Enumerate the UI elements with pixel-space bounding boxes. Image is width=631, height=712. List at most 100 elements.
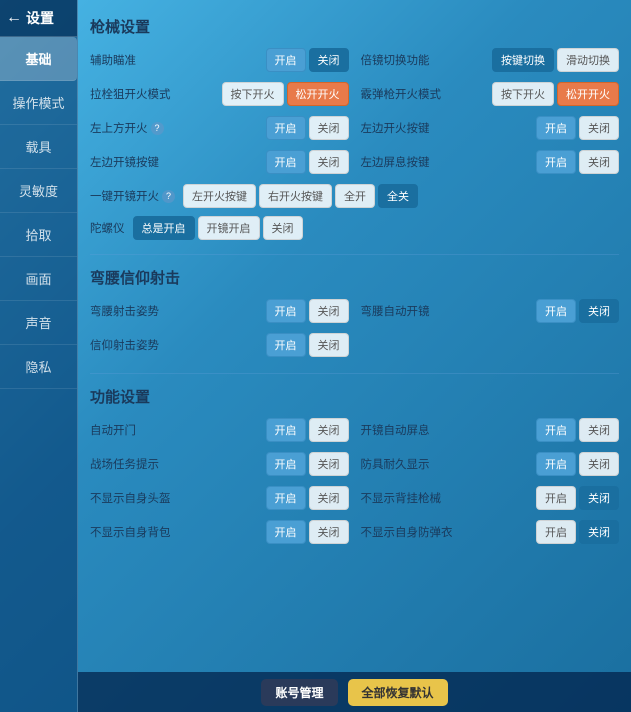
hide-backpack-label: 不显示自身背包 [90,524,171,540]
mission-tips-off-btn[interactable]: 关闭 [309,452,349,476]
hide-backpack-buttons: 开启 关闭 [266,520,349,544]
top-left-fire-row: 左上方开火 ? 开启 关闭 [90,116,349,140]
bolt-press-btn[interactable]: 按下开火 [222,82,284,106]
hide-back-gun-on-btn[interactable]: 开启 [536,486,576,510]
function-section-title: 功能设置 [90,386,619,410]
sidebar-item-screen[interactable]: 画面 [0,257,77,301]
left-hold-breath-label: 左边屏息按键 [361,154,430,170]
left-fire-on-btn[interactable]: 开启 [536,116,576,140]
hide-helmet-buttons: 开启 关闭 [266,486,349,510]
scope-breath-on-btn[interactable]: 开启 [536,418,576,442]
gyro-scope-btn[interactable]: 开镜开启 [198,216,260,240]
scope-switch-label: 倍镜切换功能 [361,52,430,68]
hide-vest-off-btn[interactable]: 关闭 [579,520,619,544]
mission-tips-row: 战场任务提示 开启 关闭 [90,452,349,476]
hide-backpack-on-btn[interactable]: 开启 [266,520,306,544]
auto-door-buttons: 开启 关闭 [266,418,349,442]
left-fire-btn-row: 左边开火按键 开启 关闭 [361,116,620,140]
hide-helmet-off-btn[interactable]: 关闭 [309,486,349,510]
scope-breath-buttons: 开启 关闭 [536,418,619,442]
scope-key-btn[interactable]: 按键切换 [492,48,554,72]
gyro-always-btn[interactable]: 总是开启 [133,216,195,240]
top-left-fire-on-btn[interactable]: 开启 [266,116,306,140]
crouch-auto-scope-off-btn[interactable]: 关闭 [579,299,619,323]
faith-pose-buttons: 开启 关闭 [266,333,349,357]
crouch-pose-on-btn[interactable]: 开启 [266,299,306,323]
bolt-fire-row: 拉栓狙开火模式 按下开火 松开开火 [90,82,349,106]
one-key-all-close-btn[interactable]: 全关 [378,184,418,208]
sidebar-item-sensitivity[interactable]: 灵敏度 [0,169,77,213]
sidebar-title: 设置 [26,8,54,28]
gun-section-title: 枪械设置 [90,16,619,40]
armor-durability-off-btn[interactable]: 关闭 [579,452,619,476]
faith-pose-label: 信仰射击姿势 [90,337,159,353]
scope-switch-buttons: 按键切换 滑动切换 [492,48,619,72]
faith-pose-on-btn[interactable]: 开启 [266,333,306,357]
function-row-1: 自动开门 开启 关闭 开镜自动屏息 开启 关闭 [90,418,619,442]
scope-slide-btn[interactable]: 滑动切换 [557,48,619,72]
left-scope-btn-row: 左边开镜按键 开启 关闭 [90,150,349,174]
sidebar-header: ← 设置 [0,0,77,37]
bolt-fire-buttons: 按下开火 松开开火 [222,82,349,106]
shotgun-press-btn[interactable]: 按下开火 [492,82,554,106]
one-key-all-open-btn[interactable]: 全开 [335,184,375,208]
hide-helmet-on-btn[interactable]: 开启 [266,486,306,510]
sidebar-item-vehicle[interactable]: 载具 [0,125,77,169]
crouch-row-2-right-empty [361,333,620,357]
armor-durability-on-btn[interactable]: 开启 [536,452,576,476]
one-key-help[interactable]: ? [162,190,175,203]
assist-aim-off-btn[interactable]: 关闭 [309,48,349,72]
crouch-row-2: 信仰射击姿势 开启 关闭 [90,333,619,357]
sidebar-item-sound[interactable]: 声音 [0,301,77,345]
sidebar-item-pickup[interactable]: 拾取 [0,213,77,257]
back-button[interactable]: ← [6,9,22,27]
faith-pose-off-btn[interactable]: 关闭 [309,333,349,357]
gyro-off-btn[interactable]: 关闭 [263,216,303,240]
left-hold-breath-off-btn[interactable]: 关闭 [579,150,619,174]
left-fire-off-btn[interactable]: 关闭 [579,116,619,140]
left-scope-off-btn[interactable]: 关闭 [309,150,349,174]
top-left-fire-off-btn[interactable]: 关闭 [309,116,349,140]
left-fire-btn-label: 左边开火按键 [361,120,430,136]
crouch-auto-scope-on-btn[interactable]: 开启 [536,299,576,323]
crouch-pose-buttons: 开启 关闭 [266,299,349,323]
hide-backpack-row: 不显示自身背包 开启 关闭 [90,520,349,544]
hide-back-gun-off-btn[interactable]: 关闭 [579,486,619,510]
hide-backpack-off-btn[interactable]: 关闭 [309,520,349,544]
crouch-pose-off-btn[interactable]: 关闭 [309,299,349,323]
sidebar-item-basic[interactable]: 基础 [0,37,77,81]
sidebar: ← 设置 基础 操作模式 载具 灵敏度 拾取 画面 声音 隐私 [0,0,78,712]
shotgun-release-btn[interactable]: 松开开火 [557,82,619,106]
left-scope-btn-buttons: 开启 关闭 [266,150,349,174]
hide-back-gun-row: 不显示背挂枪械 开启 关闭 [361,486,620,510]
account-manage-btn[interactable]: 账号管理 [261,679,337,706]
sidebar-item-operation-mode[interactable]: 操作模式 [0,81,77,125]
hide-vest-label: 不显示自身防弹衣 [361,524,453,540]
hide-vest-on-btn[interactable]: 开启 [536,520,576,544]
sidebar-item-privacy[interactable]: 隐私 [0,345,77,389]
left-fire-btn-buttons: 开启 关闭 [536,116,619,140]
scope-breath-label: 开镜自动屏息 [361,422,430,438]
bolt-release-btn[interactable]: 松开开火 [287,82,349,106]
main-content: 枪械设置 辅助瞄准 开启 关闭 倍镜切换功能 按键切换 滑动切换 拉栓狙开火模式… [78,0,631,712]
mission-tips-label: 战场任务提示 [90,456,159,472]
mission-tips-on-btn[interactable]: 开启 [266,452,306,476]
hide-helmet-row: 不显示自身头盔 开启 关闭 [90,486,349,510]
one-key-left-btn[interactable]: 左开火按键 [183,184,256,208]
assist-aim-buttons: 开启 关闭 [266,48,349,72]
reset-defaults-btn[interactable]: 全部恢复默认 [348,679,448,706]
shotgun-fire-row: 霰弹枪开火模式 按下开火 松开开火 [361,82,620,106]
gun-row-4: 左边开镜按键 开启 关闭 左边屏息按键 开启 关闭 [90,150,619,174]
assist-aim-on-btn[interactable]: 开启 [266,48,306,72]
left-scope-on-btn[interactable]: 开启 [266,150,306,174]
one-key-right-btn[interactable]: 右开火按键 [259,184,332,208]
top-left-fire-label: 左上方开火 ? [90,120,164,136]
left-hold-breath-on-btn[interactable]: 开启 [536,150,576,174]
scope-breath-off-btn[interactable]: 关闭 [579,418,619,442]
auto-door-on-btn[interactable]: 开启 [266,418,306,442]
divider-1 [90,254,619,255]
shotgun-fire-label: 霰弹枪开火模式 [361,86,442,102]
auto-door-off-btn[interactable]: 关闭 [309,418,349,442]
hide-back-gun-label: 不显示背挂枪械 [361,490,442,506]
top-left-fire-help[interactable]: ? [151,122,164,135]
